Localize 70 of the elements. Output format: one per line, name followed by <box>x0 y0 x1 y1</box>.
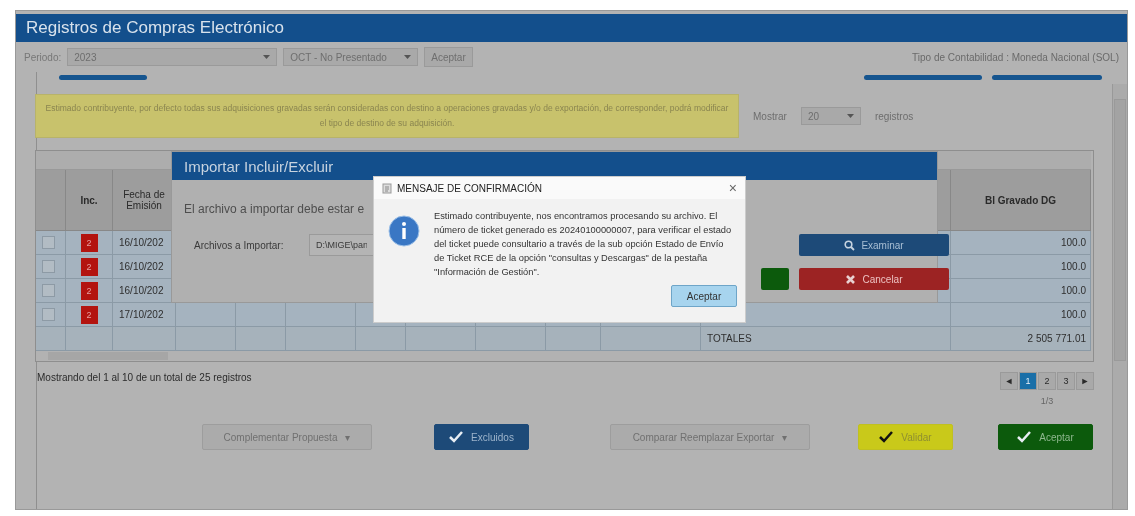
row-checkbox[interactable] <box>42 260 55 273</box>
dropdown-button[interactable]: Complementar Propuesta ▾ <box>202 424 372 450</box>
caret-icon <box>263 55 271 59</box>
window-icon <box>382 182 392 194</box>
file-label: Archivos a Importar: <box>194 239 285 251</box>
table-cell <box>236 303 286 327</box>
apply-button[interactable]: Aceptar <box>424 47 473 67</box>
page-button[interactable]: 3 <box>1057 372 1075 390</box>
table-cell <box>176 327 236 351</box>
column-header: Inc. <box>66 170 113 231</box>
info-icon <box>388 215 420 247</box>
action-button[interactable]: Excluidos <box>434 424 529 450</box>
message-text: Estimado contribuyente, nos encontramos procesando su archivo. El número de ticket generado es 20240100000007, para verificar el estado del ticket puede consultario a través de la sub opción Estado de Envío de Ticket RCE de la opción "consultas y Descargas" de la pestaña "Información de Gestión". <box>434 210 733 279</box>
table-cell: 100.0 <box>951 255 1091 279</box>
confirm-button[interactable] <box>761 268 789 290</box>
page-button[interactable]: 1 <box>1019 372 1037 390</box>
row-checkbox[interactable] <box>42 308 55 321</box>
table-cell <box>236 327 286 351</box>
search-icon <box>844 239 856 251</box>
table-cell <box>476 327 546 351</box>
close-button[interactable]: × <box>728 180 737 196</box>
file-input[interactable]: D:\MIGE\pan <box>309 234 373 256</box>
dropdown-button[interactable]: Comparar Reemplazar Exportar ▾ <box>610 424 810 450</box>
period-label: Periodo: <box>24 51 62 63</box>
row-checkbox[interactable] <box>42 284 55 297</box>
table-cell <box>286 327 356 351</box>
inc-badge[interactable]: 2 <box>80 305 98 324</box>
ok-button[interactable]: Aceptar <box>671 285 737 307</box>
table-cell <box>356 327 406 351</box>
check-icon <box>449 431 464 443</box>
month-select[interactable]: OCT - No Presentado <box>283 48 419 66</box>
table-cell: 100.0 <box>951 279 1091 303</box>
browse-button[interactable]: Examinar <box>799 234 949 256</box>
table-cell <box>176 303 236 327</box>
action-button[interactable]: Aceptar <box>998 424 1093 450</box>
table-cell <box>546 327 601 351</box>
records-label: registros <box>874 110 914 122</box>
previous-page-button[interactable]: ◄ <box>1000 372 1018 390</box>
records-summary: Mostrando del 1 al 10 de un total de 25 registros <box>37 372 252 385</box>
page-position: 1/3 <box>1040 396 1054 406</box>
dialog-title: Importar Incluir/Excluir <box>172 152 937 180</box>
table-cell: 100.0 <box>951 303 1091 327</box>
accounting-type: Tipo de Contabilidad : Moneda Nacional (SOL) <box>912 51 1119 63</box>
message-title: MENSAJE DE CONFIRMACIÓN <box>397 182 543 194</box>
column-header: Bl Gravado DG <box>951 170 1091 231</box>
close-icon <box>845 273 857 285</box>
page-button[interactable]: 2 <box>1038 372 1056 390</box>
cancel-button[interactable]: Cancelar <box>799 268 949 290</box>
inc-badge[interactable]: 2 <box>80 257 98 276</box>
table-cell: 100.0 <box>951 231 1091 255</box>
table-cell <box>406 327 476 351</box>
table-cell <box>113 327 176 351</box>
table-cell: 17/10/202 <box>113 303 176 327</box>
inc-badge[interactable]: 2 <box>80 233 98 252</box>
check-icon <box>879 431 894 443</box>
next-page-button[interactable]: ► <box>1076 372 1094 390</box>
inc-badge[interactable]: 2 <box>80 281 98 300</box>
caret-icon <box>404 55 412 59</box>
caret-icon <box>846 114 854 118</box>
row-checkbox[interactable] <box>42 236 55 249</box>
totals-amount: 2 505 771.01 <box>951 327 1091 351</box>
action-button[interactable]: Validar <box>858 424 953 450</box>
check-icon <box>1017 431 1032 443</box>
window-title: Registros de Compras Electrónico <box>16 14 1127 42</box>
vertical-scrollbar[interactable] <box>1112 84 1127 509</box>
totals-label: TOTALES <box>701 327 951 351</box>
show-label: Mostrar <box>753 110 787 122</box>
year-select[interactable]: 2023 <box>67 48 278 66</box>
dialog-instruction: El archivo a importar debe estar e <box>184 202 365 216</box>
table-cell <box>286 303 356 327</box>
